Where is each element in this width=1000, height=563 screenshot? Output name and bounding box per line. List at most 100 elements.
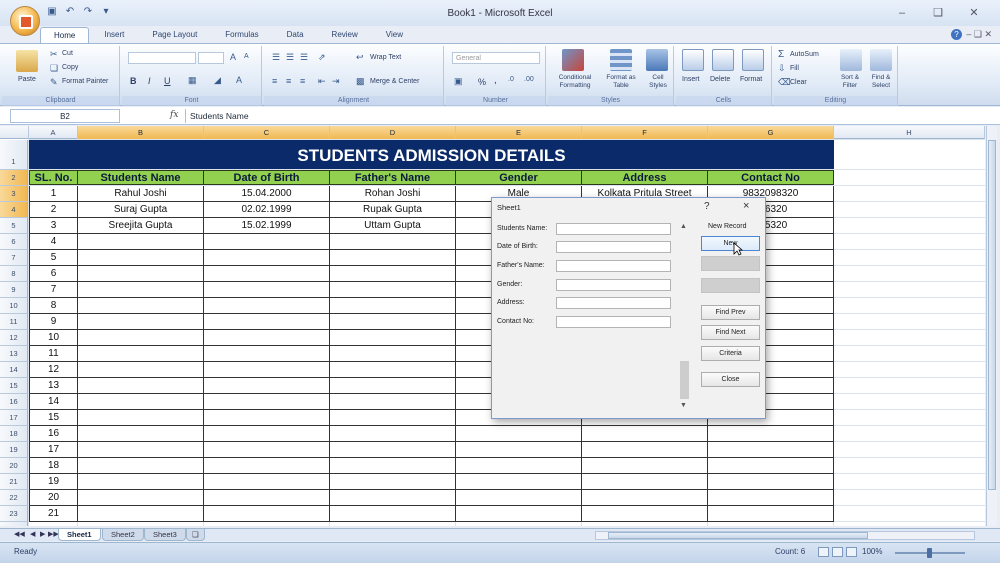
sheet-tab-2[interactable]: Sheet2 <box>102 529 144 541</box>
table-cell[interactable] <box>330 282 456 298</box>
table-cell[interactable] <box>78 282 204 298</box>
font-size-box[interactable] <box>198 52 224 64</box>
table-header-cell[interactable]: Father's Name <box>330 170 456 185</box>
table-cell[interactable] <box>78 458 204 474</box>
horizontal-scrollbar[interactable] <box>595 531 975 540</box>
table-cell[interactable] <box>204 410 330 426</box>
row-header[interactable]: 23 <box>0 506 28 522</box>
formula-input[interactable]: Students Name <box>185 109 975 123</box>
paste-button[interactable]: Paste <box>18 76 36 83</box>
row-header[interactable]: 12 <box>0 330 28 346</box>
name-box[interactable]: B2 <box>10 109 120 123</box>
table-cell[interactable] <box>78 490 204 506</box>
align-bottom-icon[interactable]: ☰ <box>300 52 308 63</box>
table-cell[interactable] <box>204 234 330 250</box>
first-sheet-icon[interactable]: ◀◀ <box>14 530 25 538</box>
table-cell[interactable] <box>204 330 330 346</box>
page-layout-view-icon[interactable] <box>832 547 843 557</box>
insert-function-icon[interactable]: fx <box>170 110 178 120</box>
table-cell[interactable]: 5 <box>29 250 78 266</box>
table-cell[interactable] <box>78 234 204 250</box>
row-header[interactable]: 1 <box>0 140 28 170</box>
font-name-box[interactable] <box>128 52 196 64</box>
table-cell[interactable]: 15.02.1999 <box>204 218 330 234</box>
table-cell[interactable] <box>204 314 330 330</box>
currency-icon[interactable]: ▣ <box>454 76 463 87</box>
table-cell[interactable] <box>330 234 456 250</box>
normal-view-icon[interactable] <box>818 547 829 557</box>
underline-button[interactable]: U <box>164 76 171 86</box>
column-header[interactable]: F <box>582 126 708 139</box>
cut-button[interactable]: Cut <box>62 50 73 57</box>
table-cell[interactable] <box>330 458 456 474</box>
table-cell[interactable] <box>330 314 456 330</box>
format-as-table-button[interactable]: Format as Table <box>600 74 642 90</box>
orientation-icon[interactable]: ⇗ <box>318 52 326 63</box>
align-top-icon[interactable]: ☰ <box>272 52 280 63</box>
tab-page-layout[interactable]: Page Layout <box>139 27 210 43</box>
gender-input[interactable] <box>556 279 671 291</box>
decrease-decimal-icon[interactable]: .00 <box>524 76 534 83</box>
cell-styles-button[interactable]: Cell Styles <box>644 74 672 90</box>
find-select-button[interactable]: Find & Select <box>866 74 896 90</box>
contact-no-input[interactable] <box>556 316 671 328</box>
row-header[interactable]: 15 <box>0 378 28 394</box>
row-header[interactable]: 5 <box>0 218 28 234</box>
table-cell[interactable] <box>78 506 204 522</box>
table-cell[interactable] <box>78 394 204 410</box>
sheet-tab-3[interactable]: Sheet3 <box>144 529 186 541</box>
tab-insert[interactable]: Insert <box>91 27 137 43</box>
table-header-cell[interactable]: SL. No. <box>29 170 78 185</box>
new-record-button[interactable]: New <box>701 236 760 251</box>
table-cell[interactable] <box>204 474 330 490</box>
row-header[interactable]: 22 <box>0 490 28 506</box>
shrink-font-icon[interactable]: A <box>244 53 249 60</box>
table-cell[interactable] <box>78 378 204 394</box>
table-cell[interactable]: Uttam Gupta <box>330 218 456 234</box>
table-cell[interactable] <box>330 394 456 410</box>
table-cell[interactable] <box>708 506 834 522</box>
table-cell[interactable]: Rupak Gupta <box>330 202 456 218</box>
record-scrollbar[interactable]: ▲ ▼ <box>679 221 690 414</box>
table-cell[interactable] <box>204 442 330 458</box>
dialog-close-icon[interactable]: × <box>743 200 749 212</box>
table-cell[interactable] <box>330 506 456 522</box>
italic-button[interactable]: I <box>148 76 151 86</box>
table-cell[interactable] <box>204 394 330 410</box>
percent-button[interactable]: % <box>478 77 486 87</box>
prev-sheet-icon[interactable]: ◀ <box>30 530 35 538</box>
insert-sheet-icon[interactable]: ❏ <box>186 529 205 541</box>
vertical-scroll-thumb[interactable] <box>988 140 996 490</box>
table-cell[interactable]: 7 <box>29 282 78 298</box>
format-painter-button[interactable]: Format Painter <box>62 78 108 85</box>
table-cell[interactable] <box>204 426 330 442</box>
comma-button[interactable]: , <box>494 75 497 86</box>
row-header[interactable]: 14 <box>0 362 28 378</box>
table-cell[interactable] <box>330 346 456 362</box>
insert-cells-icon[interactable] <box>682 49 704 71</box>
table-cell[interactable]: 17 <box>29 442 78 458</box>
table-cell[interactable]: 1 <box>29 186 78 202</box>
font-color-icon[interactable]: A <box>236 75 242 85</box>
table-header-cell[interactable]: Date of Birth <box>204 170 330 185</box>
clear-button[interactable]: Clear <box>790 79 807 86</box>
criteria-button[interactable]: Criteria <box>701 346 760 361</box>
table-cell[interactable]: 20 <box>29 490 78 506</box>
column-header[interactable]: C <box>204 126 330 139</box>
find-next-button[interactable]: Find Next <box>701 325 760 340</box>
table-cell[interactable]: 18 <box>29 458 78 474</box>
sort-filter-icon[interactable] <box>840 49 862 71</box>
row-header[interactable]: 2 <box>0 170 28 186</box>
scroll-up-icon[interactable]: ▲ <box>680 223 687 230</box>
column-header[interactable]: B <box>78 126 204 139</box>
table-cell[interactable]: Rahul Joshi <box>78 186 204 202</box>
table-cell[interactable] <box>204 346 330 362</box>
tab-formulas[interactable]: Formulas <box>212 27 271 43</box>
zoom-level[interactable]: 100% <box>862 547 882 556</box>
table-cell[interactable] <box>78 474 204 490</box>
format-cells-icon[interactable] <box>742 49 764 71</box>
increase-indent-icon[interactable]: ⇥ <box>332 76 340 87</box>
number-format-box[interactable]: General <box>452 52 540 64</box>
table-cell[interactable]: 21 <box>29 506 78 522</box>
column-header[interactable]: H <box>834 126 985 139</box>
